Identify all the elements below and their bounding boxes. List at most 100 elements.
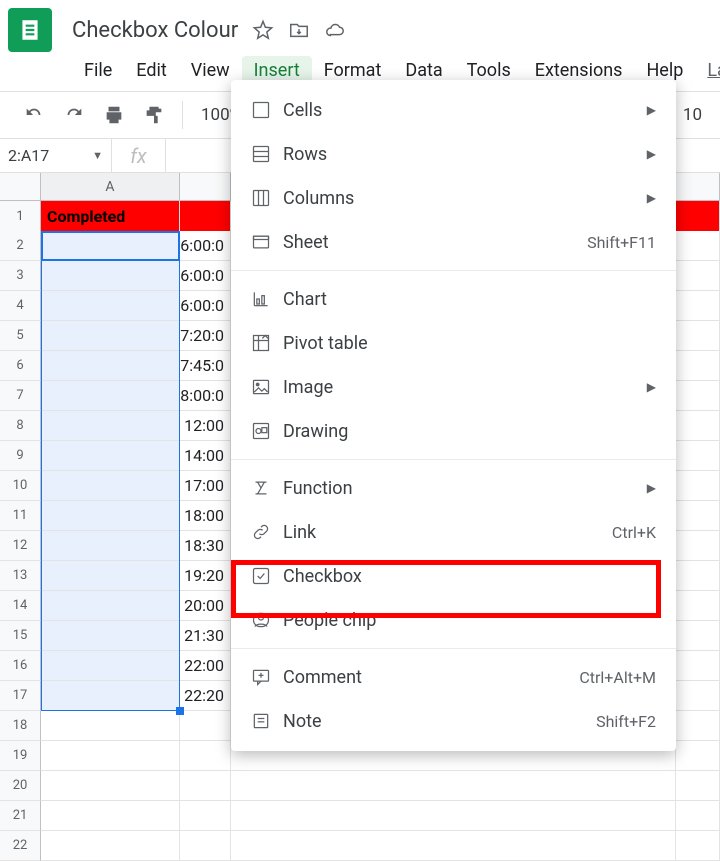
name-box[interactable]: 2:A17 ▼ bbox=[0, 139, 112, 173]
menu-item-columns[interactable]: Columns▶ bbox=[231, 176, 676, 220]
cell[interactable] bbox=[676, 501, 720, 531]
row-header[interactable]: 19 bbox=[0, 741, 41, 771]
row-header[interactable]: 21 bbox=[0, 801, 41, 831]
menu-item-cells[interactable]: Cells▶ bbox=[231, 88, 676, 132]
menu-item-drawing[interactable]: Drawing bbox=[231, 409, 676, 453]
cell[interactable] bbox=[41, 501, 180, 531]
row-header[interactable]: 12 bbox=[0, 531, 41, 561]
row-header[interactable]: 4 bbox=[0, 291, 41, 321]
cell[interactable] bbox=[676, 711, 720, 741]
cell[interactable] bbox=[41, 591, 180, 621]
cell[interactable] bbox=[676, 801, 720, 831]
cell[interactable] bbox=[180, 201, 231, 231]
cell[interactable] bbox=[41, 651, 180, 681]
cell[interactable] bbox=[41, 531, 180, 561]
row-header[interactable]: 11 bbox=[0, 501, 41, 531]
menu-item-la[interactable]: La bbox=[695, 56, 720, 85]
cell[interactable]: 17:00 bbox=[180, 471, 231, 501]
row-header[interactable]: 14 bbox=[0, 591, 41, 621]
column-header[interactable] bbox=[180, 173, 231, 201]
menu-item-sheet[interactable]: SheetShift+F11 bbox=[231, 220, 676, 264]
cell[interactable]: 8:00:0 bbox=[180, 381, 231, 411]
row-header[interactable]: 15 bbox=[0, 621, 41, 651]
menu-item-comment[interactable]: CommentCtrl+Alt+M bbox=[231, 655, 676, 699]
cell[interactable]: 14:00 bbox=[180, 441, 231, 471]
select-all-corner[interactable] bbox=[0, 173, 41, 201]
menu-item-link[interactable]: LinkCtrl+K bbox=[231, 510, 676, 554]
row-header[interactable]: 8 bbox=[0, 411, 41, 441]
menu-item-image[interactable]: Image▶ bbox=[231, 365, 676, 409]
column-header[interactable]: A bbox=[41, 173, 180, 201]
selection-handle[interactable] bbox=[176, 707, 184, 715]
menu-item-file[interactable]: File bbox=[72, 56, 124, 85]
cell[interactable] bbox=[676, 381, 720, 411]
cell[interactable] bbox=[180, 741, 231, 771]
cell[interactable] bbox=[41, 441, 180, 471]
row-header[interactable]: 13 bbox=[0, 561, 41, 591]
cell[interactable] bbox=[676, 261, 720, 291]
row-header[interactable]: 9 bbox=[0, 441, 41, 471]
paint-format-button[interactable] bbox=[134, 95, 174, 135]
menu-item-pivot-table[interactable]: Pivot table bbox=[231, 321, 676, 365]
row-header[interactable]: 3 bbox=[0, 261, 41, 291]
cell[interactable] bbox=[676, 561, 720, 591]
cell[interactable]: 18:30 bbox=[180, 531, 231, 561]
cell[interactable] bbox=[41, 741, 180, 771]
cell[interactable] bbox=[676, 321, 720, 351]
cell[interactable] bbox=[676, 831, 720, 861]
cell[interactable] bbox=[41, 681, 180, 711]
menu-item-rows[interactable]: Rows▶ bbox=[231, 132, 676, 176]
cell[interactable] bbox=[41, 321, 180, 351]
cell[interactable]: 7:45:0 bbox=[180, 351, 231, 381]
column-header[interactable] bbox=[676, 173, 720, 201]
row-header[interactable]: 5 bbox=[0, 321, 41, 351]
move-icon[interactable] bbox=[288, 19, 310, 41]
cell[interactable] bbox=[676, 771, 720, 801]
cell[interactable]: 6:00:0 bbox=[180, 261, 231, 291]
menu-item-edit[interactable]: Edit bbox=[124, 56, 178, 85]
redo-button[interactable] bbox=[54, 95, 94, 135]
row-header[interactable]: 6 bbox=[0, 351, 41, 381]
font-size-select[interactable]: 10 bbox=[673, 105, 720, 125]
undo-button[interactable] bbox=[14, 95, 54, 135]
cell[interactable] bbox=[676, 231, 720, 261]
row-header[interactable]: 2 bbox=[0, 231, 41, 261]
cell[interactable] bbox=[676, 291, 720, 321]
menu-item-people-chip[interactable]: People chip bbox=[231, 598, 676, 642]
cell[interactable] bbox=[180, 711, 231, 741]
row-header[interactable]: 10 bbox=[0, 471, 41, 501]
row-header[interactable]: 18 bbox=[0, 711, 41, 741]
cell[interactable]: 6:00:0 bbox=[180, 291, 231, 321]
cell[interactable]: Completed bbox=[41, 201, 180, 231]
cell[interactable] bbox=[41, 561, 180, 591]
cell[interactable]: 7:20:0 bbox=[180, 321, 231, 351]
cell[interactable] bbox=[41, 381, 180, 411]
cell[interactable] bbox=[676, 471, 720, 501]
print-button[interactable] bbox=[94, 95, 134, 135]
star-icon[interactable] bbox=[252, 19, 274, 41]
document-title[interactable]: Checkbox Colour bbox=[72, 18, 238, 43]
cell[interactable] bbox=[41, 231, 180, 261]
row-header[interactable]: 7 bbox=[0, 381, 41, 411]
cell[interactable] bbox=[180, 801, 231, 831]
cell[interactable] bbox=[180, 771, 231, 801]
cell[interactable] bbox=[676, 621, 720, 651]
cell[interactable] bbox=[180, 831, 231, 861]
cell[interactable]: 19:20 bbox=[180, 561, 231, 591]
cell[interactable]: 12:00 bbox=[180, 411, 231, 441]
cell[interactable]: 22:00 bbox=[180, 651, 231, 681]
row-header[interactable]: 17 bbox=[0, 681, 41, 711]
cell[interactable] bbox=[676, 531, 720, 561]
menu-item-chart[interactable]: Chart bbox=[231, 277, 676, 321]
cell[interactable] bbox=[41, 771, 180, 801]
cell[interactable] bbox=[41, 261, 180, 291]
cell[interactable] bbox=[41, 711, 180, 741]
menu-item-function[interactable]: Function▶ bbox=[231, 466, 676, 510]
cell[interactable] bbox=[41, 471, 180, 501]
menu-item-note[interactable]: NoteShift+F2 bbox=[231, 699, 676, 743]
cell[interactable]: 6:00:0 bbox=[180, 231, 231, 261]
cell[interactable] bbox=[676, 441, 720, 471]
cell[interactable] bbox=[676, 351, 720, 381]
menu-item-checkbox[interactable]: Checkbox bbox=[231, 554, 676, 598]
cell[interactable]: 21:30 bbox=[180, 621, 231, 651]
